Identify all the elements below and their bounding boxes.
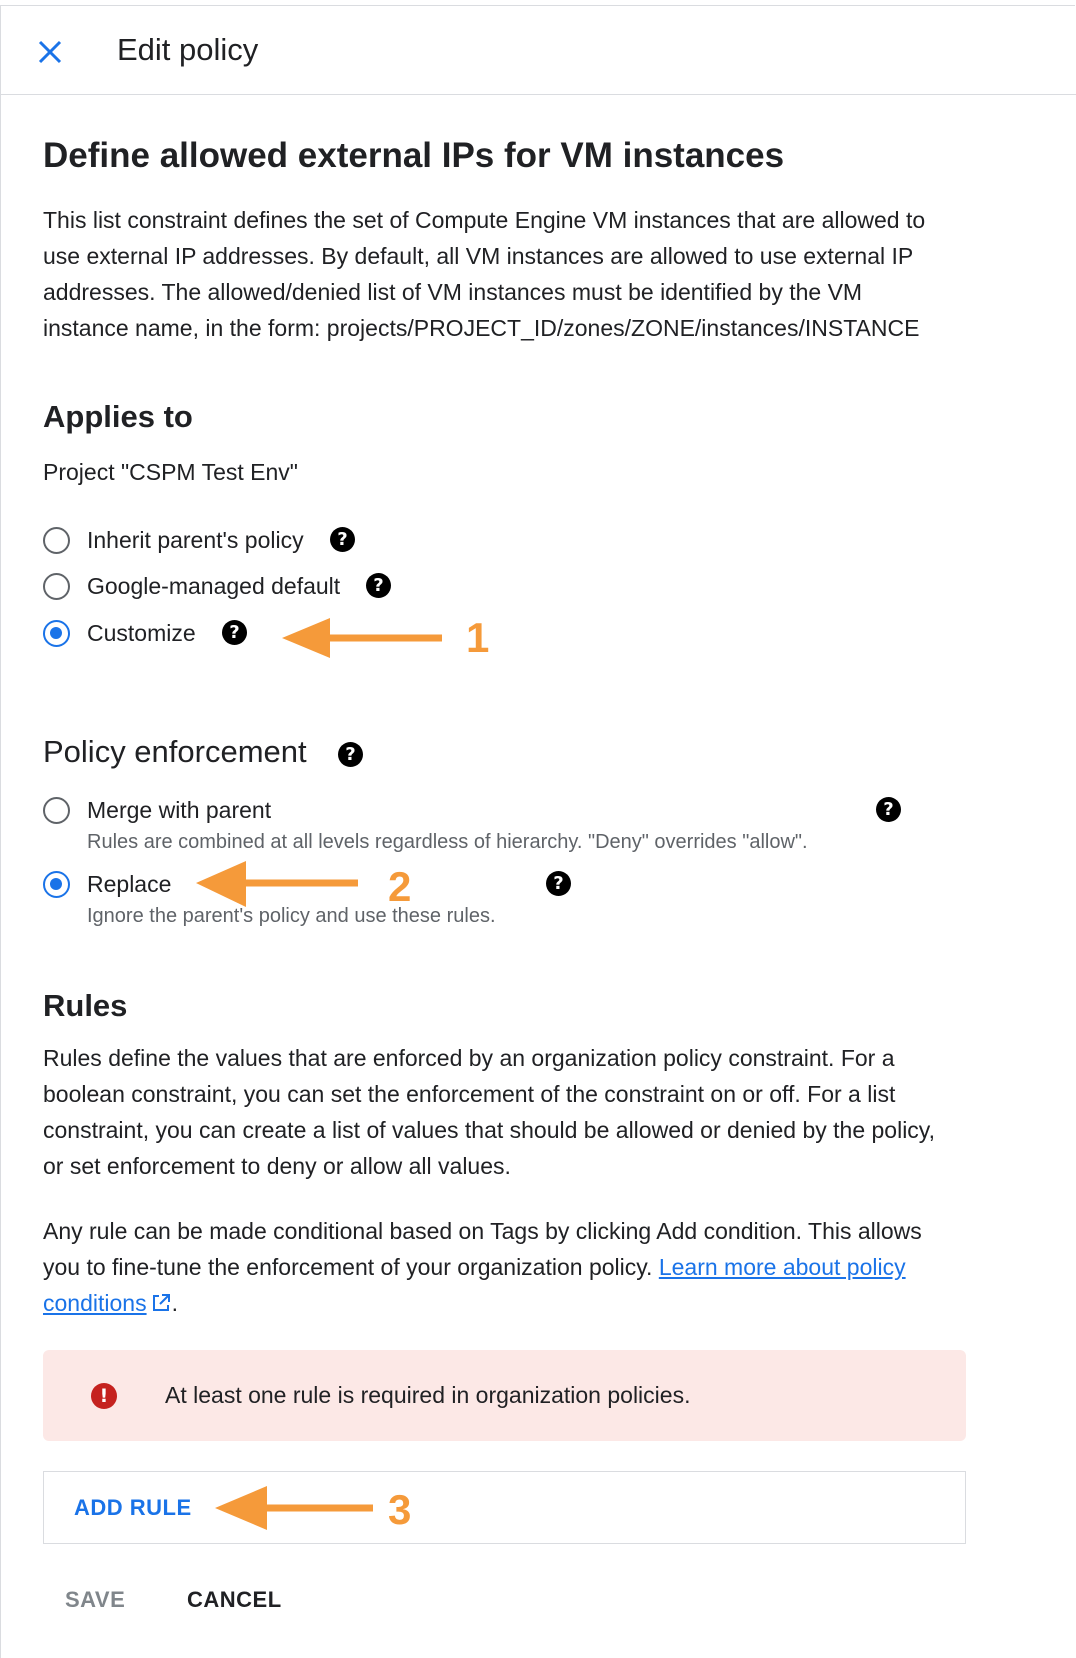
annotation-arrow-3 (215, 1486, 373, 1530)
save-button[interactable]: SAVE (65, 1587, 125, 1613)
constraint-description: This list constraint defines the set of … (43, 202, 963, 346)
help-icon[interactable]: ? (338, 742, 363, 767)
policy-enforcement-heading: Policy enforcement (43, 734, 307, 769)
rules-description-line: or set enforcement to deny or allow all … (43, 1153, 511, 1179)
radio-label-replace: Replace (87, 871, 172, 897)
error-banner: ! At least one rule is required in organ… (43, 1350, 966, 1441)
radio-label-customize: Customize (87, 620, 196, 646)
error-message: At least one rule is required in organiz… (165, 1382, 691, 1408)
conditions-paragraph: Any rule can be made conditional based o… (43, 1213, 963, 1321)
radio-sublabel-merge: Rules are combined at all levels regardl… (87, 831, 808, 853)
panel-header: Edit policy (1, 6, 1076, 95)
add-rule-container: ADD RULE (43, 1471, 966, 1544)
radio-merge-with-parent[interactable] (43, 797, 70, 824)
description-line: instance name, in the form: projects/PRO… (43, 315, 920, 341)
radio-label-merge: Merge with parent (87, 797, 272, 823)
radio-label-google-managed: Google-managed default (87, 573, 341, 599)
rules-description: Rules define the values that are enforce… (43, 1040, 963, 1184)
rules-description-line: Rules define the values that are enforce… (43, 1045, 895, 1071)
add-rule-button[interactable]: ADD RULE (74, 1495, 192, 1521)
learn-more-link[interactable]: Learn more about policy (659, 1254, 906, 1280)
learn-more-link-cont[interactable]: conditions (43, 1290, 147, 1316)
radio-label-inherit: Inherit parent's policy (87, 527, 304, 553)
annotation-number-1: 1 (466, 614, 490, 661)
constraint-title: Define allowed external IPs for VM insta… (43, 136, 785, 175)
help-icon[interactable]: ? (546, 871, 571, 896)
rules-description-line: constraint, you can create a list of val… (43, 1117, 935, 1143)
applies-to-target: Project "CSPM Test Env" (43, 459, 298, 485)
description-line: use external IP addresses. By default, a… (43, 243, 914, 269)
conditions-line: you to fine-tune the enforcement of your… (43, 1249, 963, 1285)
annotation-arrow-1 (282, 618, 442, 658)
rules-heading: Rules (43, 988, 128, 1023)
help-icon[interactable]: ? (222, 620, 247, 645)
conditions-line: conditions. (43, 1285, 963, 1321)
radio-replace[interactable] (43, 871, 70, 898)
radio-inherit-parent[interactable] (43, 527, 70, 554)
description-line: This list constraint defines the set of … (43, 207, 926, 233)
annotation-number-3: 3 (388, 1486, 412, 1533)
conditions-text: you to fine-tune the enforcement of your… (43, 1254, 659, 1280)
help-icon[interactable]: ? (876, 797, 901, 822)
help-icon[interactable]: ? (330, 527, 355, 552)
annotation-number-2: 2 (388, 863, 412, 910)
period: . (171, 1290, 178, 1316)
applies-to-heading: Applies to (43, 399, 193, 434)
external-link-icon[interactable] (150, 1292, 172, 1314)
radio-google-managed[interactable] (43, 573, 70, 600)
help-icon[interactable]: ? (366, 573, 391, 598)
rules-description-line: boolean constraint, you can set the enfo… (43, 1081, 896, 1107)
annotation-arrow-2 (196, 861, 358, 907)
radio-customize[interactable] (43, 620, 70, 647)
error-icon: ! (91, 1383, 117, 1409)
conditions-line: Any rule can be made conditional based o… (43, 1218, 922, 1244)
description-line: addresses. The allowed/denied list of VM… (43, 279, 863, 305)
cancel-button[interactable]: CANCEL (187, 1587, 282, 1613)
close-icon[interactable] (35, 37, 65, 67)
panel-title: Edit policy (117, 32, 259, 67)
